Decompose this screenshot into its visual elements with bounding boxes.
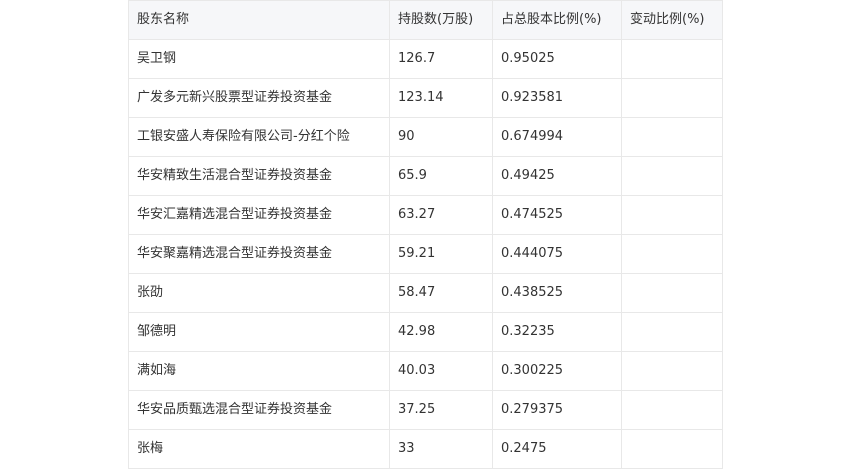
cell-share-ratio: 0.444075 [492,234,622,274]
cell-change-ratio [621,351,723,391]
cell-share-ratio: 0.279375 [492,390,622,430]
table-row: 工银安盛人寿保险有限公司-分红个险 90 0.674994 [128,117,723,157]
cell-change-ratio [621,429,723,469]
cell-share-ratio: 0.95025 [492,39,622,79]
cell-shares-held: 123.14 [389,78,493,118]
cell-shareholder-name: 广发多元新兴股票型证券投资基金 [128,78,390,118]
cell-shares-held: 58.47 [389,273,493,313]
cell-share-ratio: 0.32235 [492,312,622,352]
cell-shares-held: 40.03 [389,351,493,391]
cell-shares-held: 59.21 [389,234,493,274]
table-row: 广发多元新兴股票型证券投资基金 123.14 0.923581 [128,78,723,118]
cell-share-ratio: 0.2475 [492,429,622,469]
shareholder-table-container: 股东名称 持股数(万股) 占总股本比例(%) 变动比例(%) 吴卫钢 126.7… [128,0,723,469]
cell-shareholder-name: 华安精致生活混合型证券投资基金 [128,156,390,196]
cell-shares-held: 65.9 [389,156,493,196]
header-share-ratio: 占总股本比例(%) [492,0,622,40]
table-row: 吴卫钢 126.7 0.95025 [128,39,723,79]
header-shares-held: 持股数(万股) [389,0,493,40]
cell-shareholder-name: 满如海 [128,351,390,391]
cell-share-ratio: 0.674994 [492,117,622,157]
cell-shares-held: 126.7 [389,39,493,79]
cell-change-ratio [621,273,723,313]
cell-shareholder-name: 华安品质甄选混合型证券投资基金 [128,390,390,430]
cell-shareholder-name: 张劭 [128,273,390,313]
cell-share-ratio: 0.474525 [492,195,622,235]
shareholder-table: 股东名称 持股数(万股) 占总股本比例(%) 变动比例(%) 吴卫钢 126.7… [128,0,723,469]
cell-share-ratio: 0.923581 [492,78,622,118]
table-header-row: 股东名称 持股数(万股) 占总股本比例(%) 变动比例(%) [128,0,723,40]
cell-shareholder-name: 张梅 [128,429,390,469]
cell-shares-held: 90 [389,117,493,157]
cell-change-ratio [621,117,723,157]
cell-shares-held: 33 [389,429,493,469]
cell-change-ratio [621,78,723,118]
cell-shares-held: 63.27 [389,195,493,235]
cell-change-ratio [621,195,723,235]
header-change-ratio: 变动比例(%) [621,0,723,40]
header-shareholder-name: 股东名称 [128,0,390,40]
cell-share-ratio: 0.300225 [492,351,622,391]
cell-shareholder-name: 吴卫钢 [128,39,390,79]
cell-shareholder-name: 邹德明 [128,312,390,352]
cell-shareholder-name: 工银安盛人寿保险有限公司-分红个险 [128,117,390,157]
table-row: 华安汇嘉精选混合型证券投资基金 63.27 0.474525 [128,195,723,235]
cell-shares-held: 42.98 [389,312,493,352]
cell-shareholder-name: 华安汇嘉精选混合型证券投资基金 [128,195,390,235]
cell-change-ratio [621,39,723,79]
table-row: 华安聚嘉精选混合型证券投资基金 59.21 0.444075 [128,234,723,274]
cell-shares-held: 37.25 [389,390,493,430]
cell-shareholder-name: 华安聚嘉精选混合型证券投资基金 [128,234,390,274]
table-row: 张劭 58.47 0.438525 [128,273,723,313]
cell-change-ratio [621,234,723,274]
cell-change-ratio [621,156,723,196]
table-row: 华安品质甄选混合型证券投资基金 37.25 0.279375 [128,390,723,430]
cell-change-ratio [621,312,723,352]
table-row: 张梅 33 0.2475 [128,429,723,469]
cell-share-ratio: 0.438525 [492,273,622,313]
cell-share-ratio: 0.49425 [492,156,622,196]
table-row: 华安精致生活混合型证券投资基金 65.9 0.49425 [128,156,723,196]
table-row: 满如海 40.03 0.300225 [128,351,723,391]
cell-change-ratio [621,390,723,430]
table-row: 邹德明 42.98 0.32235 [128,312,723,352]
